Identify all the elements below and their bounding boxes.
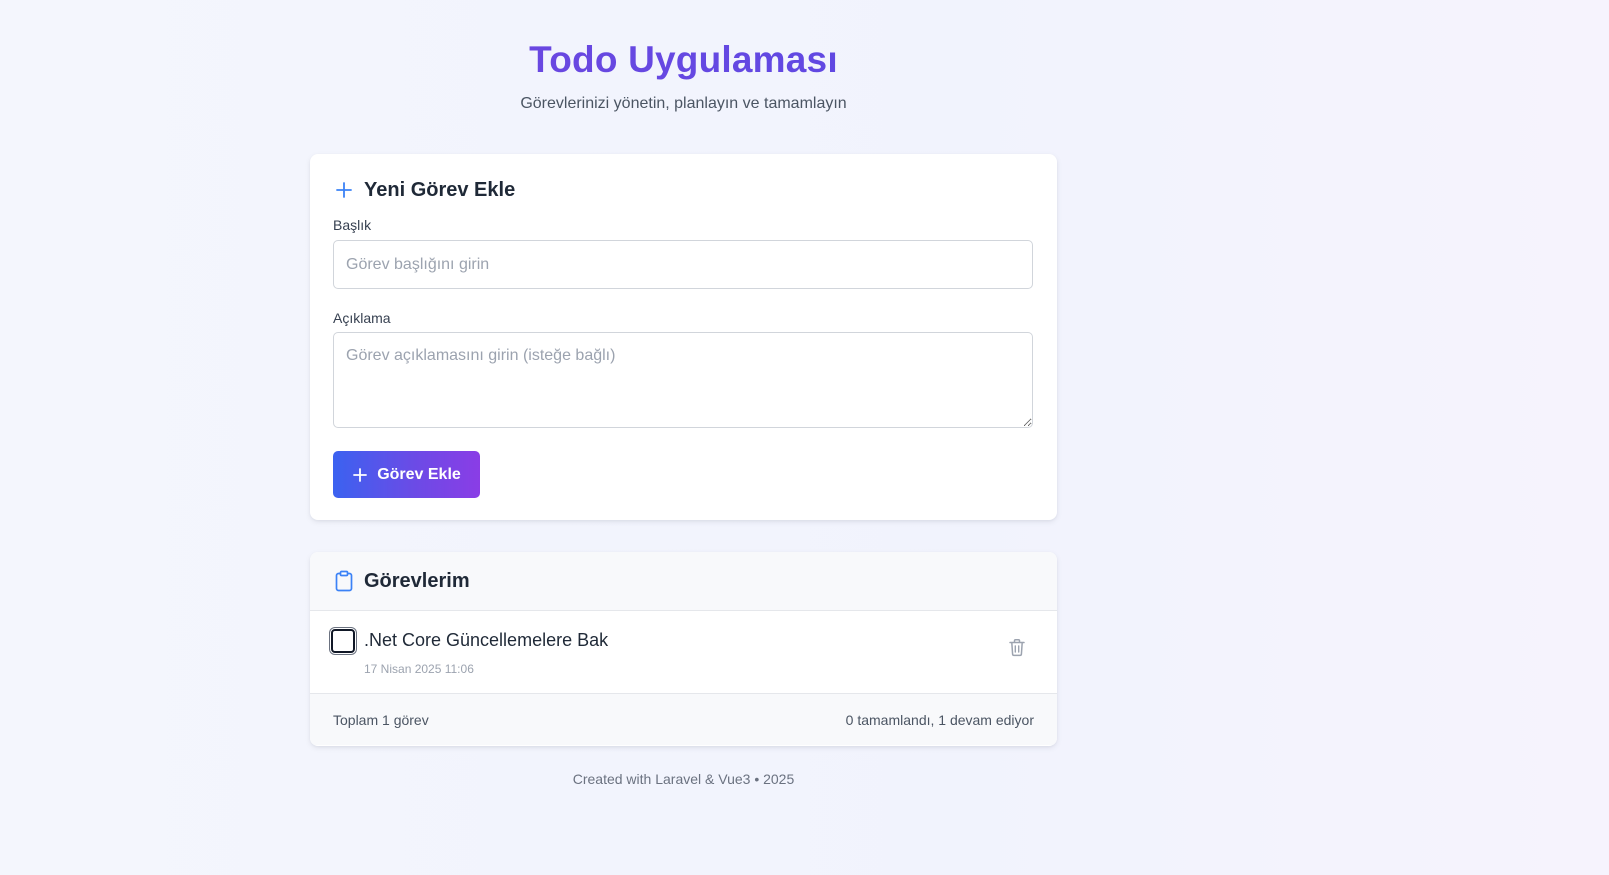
page-header: Todo Uygulaması Görevlerinizi yönetin, p… <box>310 0 1057 114</box>
task-item: .Net Core Güncellemelere Bak 17 Nisan 20… <box>310 611 1057 694</box>
title-label: Başlık <box>333 217 372 233</box>
task-checkbox[interactable] <box>331 629 355 653</box>
task-total: Toplam 1 görev <box>333 711 429 728</box>
app-container: Todo Uygulaması Görevlerinizi yönetin, p… <box>310 0 1057 787</box>
page-title: Todo Uygulaması <box>310 38 1057 82</box>
plus-icon <box>333 179 355 201</box>
add-task-title: Yeni Görev Ekle <box>364 178 516 201</box>
clipboard-icon <box>333 570 355 592</box>
task-list-title: Görevlerim <box>364 569 470 592</box>
description-textarea[interactable] <box>333 332 1033 428</box>
add-task-card: Yeni Görev Ekle Başlık Açıklama Görev Ek… <box>310 154 1057 520</box>
task-summary: 0 tamamlandı, 1 devam ediyor <box>845 711 1034 728</box>
task-list-footer: Toplam 1 görev 0 tamamlandı, 1 devam edi… <box>310 694 1057 745</box>
add-task-button[interactable]: Görev Ekle <box>333 451 480 498</box>
site-footer: Created with Laravel & Vue3 • 2025 <box>572 771 795 787</box>
page-subtitle: Görevlerinizi yönetin, planlayın ve tama… <box>520 95 847 112</box>
trash-icon[interactable] <box>1005 635 1029 659</box>
add-task-button-label: Görev Ekle <box>377 465 461 483</box>
task-list-header: Görevlerim <box>310 552 1057 611</box>
task-list-card: Görevlerim .Net Core Güncellemelere Bak … <box>310 552 1057 746</box>
plus-icon <box>352 467 368 483</box>
add-task-heading: Yeni Görev Ekle <box>333 177 1034 203</box>
task-date: 17 Nisan 2025 11:06 <box>364 662 474 676</box>
task-title: .Net Core Güncellemelere Bak <box>364 630 609 650</box>
description-label: Açıklama <box>333 310 391 326</box>
title-input[interactable] <box>333 240 1033 289</box>
